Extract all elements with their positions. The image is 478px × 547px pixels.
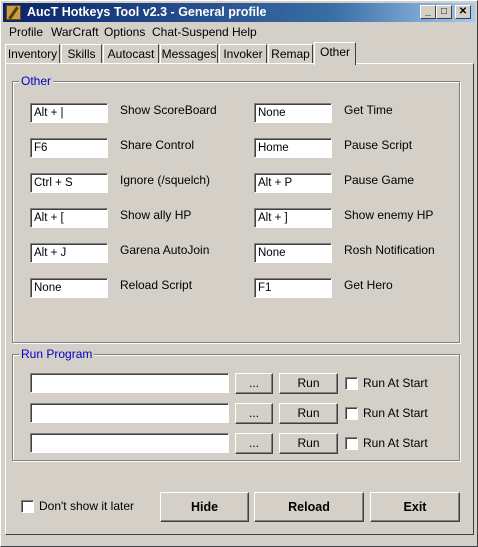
label-show-ally-hp: Show ally HP <box>120 208 192 222</box>
hotkey-share-control[interactable]: F6 <box>30 138 108 158</box>
tab-other[interactable]: Other <box>314 42 356 65</box>
browse-button-3[interactable]: ... <box>235 433 273 454</box>
program-path-input-2[interactable] <box>30 403 229 423</box>
hotkey-show-scoreboard[interactable]: Alt + | <box>30 103 108 123</box>
program-path-input-3[interactable] <box>30 433 229 453</box>
tab-skills[interactable]: Skills <box>61 44 102 63</box>
run-at-start-label-3: Run At Start <box>363 436 428 450</box>
tab-messages[interactable]: Messages <box>160 44 218 63</box>
tab-inventory[interactable]: Inventory <box>5 44 60 63</box>
reload-button[interactable]: Reload <box>254 492 364 522</box>
run-at-start-checkbox-2[interactable] <box>345 407 358 420</box>
menu-profile[interactable]: Profile <box>9 25 43 39</box>
label-rosh-notification: Rosh Notification <box>344 243 435 257</box>
run-at-start-label-1: Run At Start <box>363 376 428 390</box>
hotkey-garena-autojoin[interactable]: Alt + J <box>30 243 108 263</box>
app-window: AucT Hotkeys Tool v2.3 - General profile… <box>0 0 478 547</box>
hotkey-get-hero[interactable]: F1 <box>254 278 332 298</box>
hotkey-pause-script[interactable]: Home <box>254 138 332 158</box>
hotkey-reload-script[interactable]: None <box>30 278 108 298</box>
title-bar: AucT Hotkeys Tool v2.3 - General profile… <box>3 3 475 22</box>
program-path-input-1[interactable] <box>30 373 229 393</box>
run-button-3[interactable]: Run <box>279 433 338 454</box>
label-show-scoreboard: Show ScoreBoard <box>120 103 217 117</box>
tab-panel-other: Other Alt + | Show ScoreBoard F6 Share C… <box>5 63 474 535</box>
window-title: AucT Hotkeys Tool v2.3 - General profile <box>27 5 267 19</box>
browse-button-1[interactable]: ... <box>235 373 273 394</box>
label-pause-script: Pause Script <box>344 138 413 152</box>
label-garena-autojoin: Garena AutoJoin <box>120 243 210 257</box>
other-group: Other Alt + | Show ScoreBoard F6 Share C… <box>12 74 460 343</box>
label-reload-script: Reload Script <box>120 278 193 292</box>
label-share-control: Share Control <box>120 138 195 152</box>
maximize-button[interactable]: □ <box>436 5 452 19</box>
label-get-time: Get Time <box>344 103 393 117</box>
run-button-1[interactable]: Run <box>279 373 338 394</box>
exit-button[interactable]: Exit <box>370 492 460 522</box>
menu-options[interactable]: Options <box>104 25 145 39</box>
run-button-2[interactable]: Run <box>279 403 338 424</box>
run-at-start-checkbox-3[interactable] <box>345 437 358 450</box>
tab-invoker[interactable]: Invoker <box>219 44 267 63</box>
hotkey-get-time[interactable]: None <box>254 103 332 123</box>
hotkey-ignore[interactable]: Ctrl + S <box>30 173 108 193</box>
run-at-start-label-2: Run At Start <box>363 406 428 420</box>
tab-remap[interactable]: Remap <box>268 44 313 63</box>
app-icon <box>6 5 21 20</box>
close-button[interactable]: ✕ <box>455 5 471 19</box>
menu-chat-suspend[interactable]: Chat-Suspend <box>152 25 229 39</box>
hotkey-pause-game[interactable]: Alt + P <box>254 173 332 193</box>
tab-strip: Inventory Skills Autocast Messages Invok… <box>5 42 475 65</box>
minimize-button[interactable]: _ <box>420 5 436 19</box>
label-get-hero: Get Hero <box>344 278 393 292</box>
dont-show-checkbox[interactable] <box>21 500 34 513</box>
label-pause-game: Pause Game <box>344 173 415 187</box>
browse-button-2[interactable]: ... <box>235 403 273 424</box>
tab-autocast[interactable]: Autocast <box>103 44 159 63</box>
hotkey-show-enemy-hp[interactable]: Alt + ] <box>254 208 332 228</box>
menu-warcraft[interactable]: WarCraft <box>51 25 99 39</box>
run-program-group-title: Run Program <box>19 347 95 361</box>
run-program-group: Run Program ... Run Run At Start ... Run… <box>12 347 460 461</box>
dont-show-label: Don't show it later <box>39 499 134 513</box>
menu-help[interactable]: Help <box>232 25 257 39</box>
hotkey-rosh-notification[interactable]: None <box>254 243 332 263</box>
hide-button[interactable]: Hide <box>160 492 249 522</box>
hotkey-show-ally-hp[interactable]: Alt + [ <box>30 208 108 228</box>
other-group-title: Other <box>19 74 54 88</box>
label-ignore: Ignore (/squelch) <box>120 173 211 187</box>
label-show-enemy-hp: Show enemy HP <box>344 208 434 222</box>
run-at-start-checkbox-1[interactable] <box>345 377 358 390</box>
